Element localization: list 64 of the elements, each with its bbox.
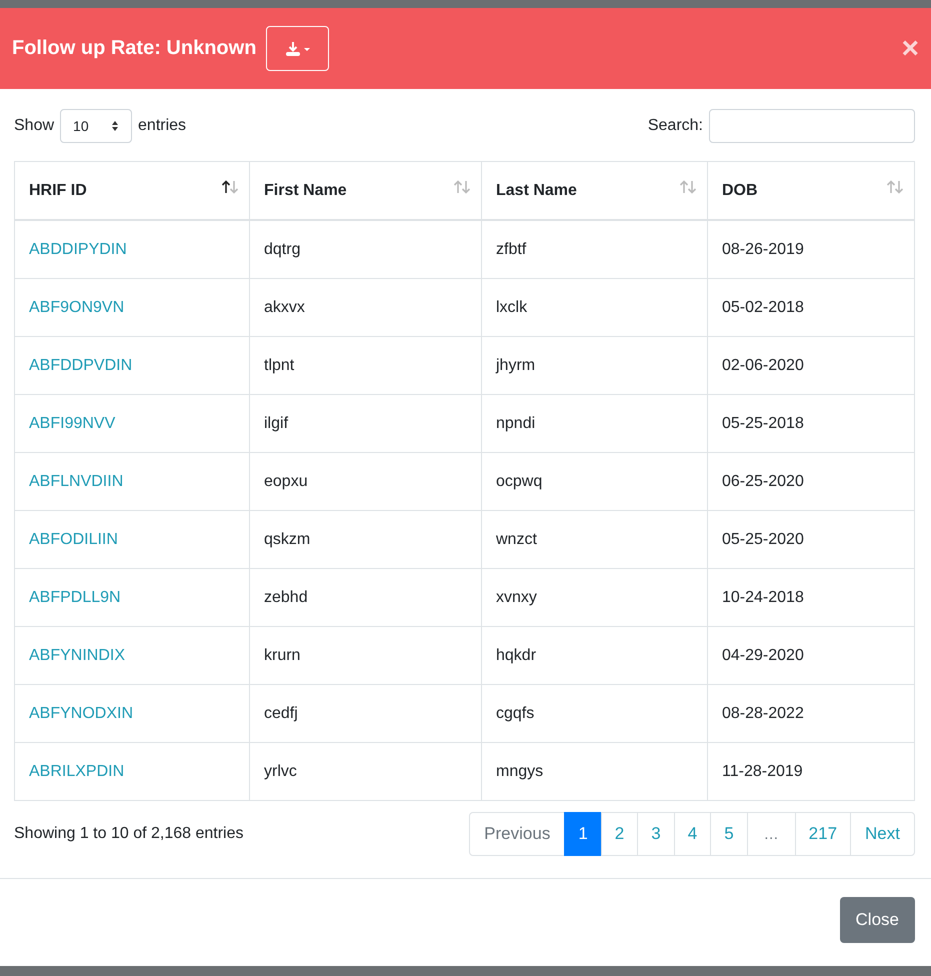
page-button[interactable]: 3 (637, 812, 675, 856)
table-cell: 11-28-2019 (708, 742, 914, 800)
select-arrows-icon (111, 120, 120, 132)
page-button[interactable]: 4 (674, 812, 712, 856)
page-button[interactable]: 5 (710, 812, 748, 856)
table-cell: tlpnt (250, 336, 482, 394)
table-cell: wnzct (482, 510, 708, 568)
table-cell: cgqfs (482, 684, 708, 742)
id-link[interactable]: ABFDDPVDIN (14, 336, 250, 394)
download-icon (284, 40, 311, 56)
id-link[interactable]: ABFYNINDIX (14, 626, 250, 684)
table-cell: 05-02-2018 (708, 278, 914, 336)
table-cell: dqtrg (250, 220, 482, 278)
page-button[interactable]: 2 (600, 812, 638, 856)
table-cell: 08-26-2019 (708, 220, 914, 278)
table-cell: mngys (482, 742, 708, 800)
id-link[interactable]: ABFLNVDIIN (14, 452, 250, 510)
id-link[interactable]: ABFPDLL9N (14, 568, 250, 626)
close-icon[interactable]: × (901, 34, 919, 64)
table-cell: 10-24-2018 (708, 568, 914, 626)
id-link[interactable]: ABRILXPDIN (14, 742, 250, 800)
page-button[interactable]: 1 (564, 812, 602, 856)
table-cell: cedfj (250, 684, 482, 742)
search-label: Search: (648, 117, 703, 135)
table-cell: xvnxy (482, 568, 708, 626)
table-cell: akxvx (250, 278, 482, 336)
id-link[interactable]: ABF9ON9VN (14, 278, 250, 336)
column-header[interactable]: Last Name (482, 162, 708, 220)
entries-info: Showing 1 to 10 of 2,168 entries (14, 825, 244, 843)
table-cell: 02-06-2020 (708, 336, 914, 394)
id-link[interactable]: ABFYNODXIN (14, 684, 250, 742)
table-cell: krurn (250, 626, 482, 684)
table-cell: lxclk (482, 278, 708, 336)
id-link[interactable]: ABFODILIIN (14, 510, 250, 568)
show-label: Show (14, 117, 54, 135)
entries-select[interactable]: 10 (60, 109, 132, 143)
table-cell: zfbtf (482, 220, 708, 278)
id-link[interactable]: ABFI99NVV (14, 394, 250, 452)
page-button[interactable]: 217 (794, 812, 852, 856)
column-header[interactable]: First Name (250, 162, 482, 220)
pagination-ellipsis: … (746, 812, 796, 856)
table-cell: hqkdr (482, 626, 708, 684)
column-header[interactable]: HRIF ID (14, 162, 250, 220)
table-cell: eopxu (250, 452, 482, 510)
table-cell: ilgif (250, 394, 482, 452)
pagination-link[interactable]: Next (850, 812, 915, 856)
table-cell: zebhd (250, 568, 482, 626)
table-cell: 04-29-2020 (708, 626, 914, 684)
table-cell: 08-28-2022 (708, 684, 914, 742)
table-cell: 05-25-2020 (708, 510, 914, 568)
search-field[interactable] (709, 109, 915, 143)
modal-title: Follow up Rate: Unknown (12, 37, 256, 60)
table-cell: 06-25-2020 (708, 452, 914, 510)
table-cell: 05-25-2018 (708, 394, 914, 452)
table-cell: yrlvc (250, 742, 482, 800)
id-link[interactable]: ABDDIPYDIN (14, 220, 250, 278)
column-header[interactable]: DOB (708, 162, 914, 220)
table-cell: npndi (482, 394, 708, 452)
entries-label: entries (138, 117, 186, 135)
table-cell: ocpwq (482, 452, 708, 510)
table-cell: jhyrm (482, 336, 708, 394)
download-button[interactable] (266, 26, 330, 71)
close-button[interactable]: Close (840, 897, 915, 943)
table-cell: qskzm (250, 510, 482, 568)
